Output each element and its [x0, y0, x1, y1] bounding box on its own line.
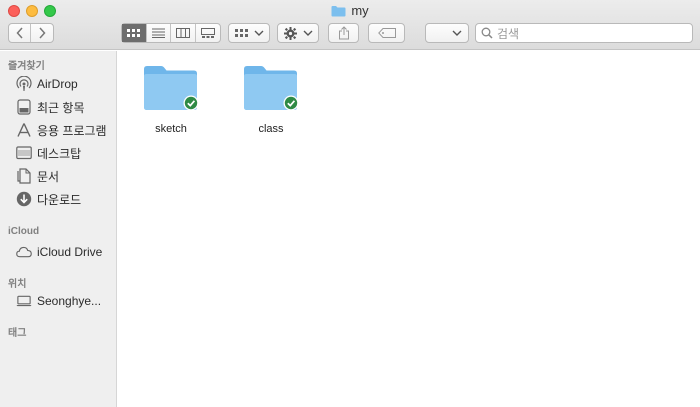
back-button[interactable] — [9, 24, 32, 42]
sidebar-section-locations: 위치 — [8, 279, 27, 290]
tags-button[interactable] — [368, 23, 405, 43]
file-browser: sketch class — [118, 51, 700, 407]
path-dropdown[interactable] — [425, 23, 469, 43]
titlebar: my 검색 — [0, 0, 700, 50]
cloud-icon — [16, 244, 32, 260]
column-view-button[interactable] — [171, 24, 196, 42]
search-placeholder: 검색 — [497, 26, 520, 41]
gallery-icon — [200, 28, 215, 38]
share-button[interactable] — [328, 23, 359, 43]
sidebar-item-label: 최근 항목 — [37, 100, 85, 115]
sidebar-section-icloud: iCloud — [8, 226, 40, 237]
sidebar-item-airdrop[interactable]: AirDrop — [16, 74, 78, 94]
sync-check-badge — [284, 96, 298, 110]
laptop-icon — [16, 293, 32, 309]
sidebar-item-applications[interactable]: 응용 프로그램 — [16, 120, 107, 140]
search-icon — [481, 27, 493, 39]
sidebar-item-downloads[interactable]: 다운로드 — [16, 189, 81, 209]
sidebar: 즐겨찾기 AirDrop 최근 항목 응용 프로그램 데스크탑 문서 다운로드 … — [0, 51, 117, 407]
sidebar-item-label: 응용 프로그램 — [37, 123, 107, 138]
recents-icon — [16, 99, 32, 115]
sidebar-item-label: iCloud Drive — [37, 245, 103, 259]
airdrop-icon — [16, 76, 32, 92]
grid-icon — [127, 28, 141, 37]
chevron-down-icon — [303, 30, 312, 36]
sidebar-item-recents[interactable]: 최근 항목 — [16, 97, 85, 117]
list-view-button[interactable] — [147, 24, 171, 42]
downloads-icon — [16, 191, 32, 207]
finder-window: my 검색 즐겨찾기 AirDrop 최근 항목 응용 프로그램 데스크탑 문서… — [0, 0, 700, 407]
gallery-view-button[interactable] — [196, 24, 220, 42]
share-icon — [338, 26, 349, 40]
search-field[interactable]: 검색 — [475, 23, 693, 43]
folder-item[interactable]: sketch — [131, 63, 211, 135]
action-button[interactable] — [277, 23, 319, 43]
folder-name: sketch — [155, 123, 187, 135]
sidebar-item-label: 문서 — [37, 169, 60, 184]
gear-icon — [283, 26, 297, 40]
sidebar-item-desktop[interactable]: 데스크탑 — [16, 143, 81, 163]
sidebar-item-label: AirDrop — [37, 77, 78, 91]
forward-button[interactable] — [31, 24, 53, 42]
chevron-left-icon — [15, 27, 23, 39]
sidebar-section-favorites: 즐겨찾기 — [8, 61, 45, 72]
window-title: my — [0, 3, 700, 20]
icon-view-button[interactable] — [122, 24, 147, 42]
sidebar-item-computer[interactable]: Seonghye... — [16, 291, 101, 311]
window-title-text: my — [351, 3, 369, 18]
folder-name: class — [258, 123, 284, 135]
chevron-down-icon — [254, 30, 263, 36]
folder-item[interactable]: class — [231, 63, 311, 135]
sidebar-item-label: 다운로드 — [37, 192, 82, 207]
columns-icon — [175, 28, 190, 38]
desktop-icon — [16, 145, 32, 161]
view-mode-control — [121, 23, 221, 43]
folder-icon — [331, 5, 346, 20]
grid-icon — [234, 28, 248, 37]
sidebar-item-icloud-drive[interactable]: iCloud Drive — [16, 242, 102, 262]
sidebar-section-tags: 태그 — [8, 328, 27, 339]
documents-icon — [16, 168, 32, 184]
applications-icon — [16, 122, 32, 138]
group-by-button[interactable] — [228, 23, 270, 43]
list-icon — [151, 28, 165, 38]
folder-icon — [144, 66, 199, 111]
folder-icon — [244, 66, 299, 111]
tag-icon — [377, 28, 396, 38]
nav-buttons — [8, 23, 54, 43]
sync-check-badge — [184, 96, 198, 110]
chevron-right-icon — [39, 27, 46, 39]
chevron-down-icon — [452, 30, 462, 36]
sidebar-item-label: 데스크탑 — [37, 146, 82, 161]
sidebar-item-label: Seonghye... — [37, 294, 102, 308]
sidebar-item-documents[interactable]: 문서 — [16, 166, 59, 186]
